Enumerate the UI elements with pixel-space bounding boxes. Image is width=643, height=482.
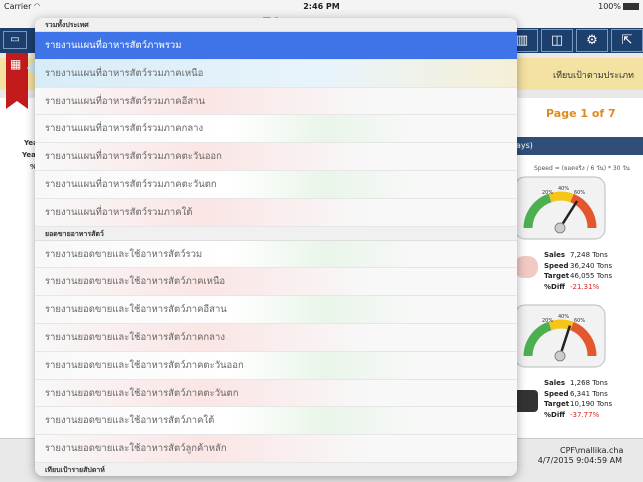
status-bar: Carrier ◠ 2:46 PM 100%: [0, 0, 643, 14]
stat-value: 1,268 Tons: [570, 379, 608, 387]
stat-label: %Diff: [544, 410, 565, 419]
stat-value: 46,055 Tons: [570, 272, 613, 280]
gauge-1-stats: Sales 7,248 Tons Speed 36,240 Tons Target 4…: [544, 250, 612, 292]
chat-icon[interactable]: ▭: [3, 31, 27, 49]
menu-item-map-south[interactable]: รายงานแผนที่อาหารสัตว์รวมภาคใต้: [35, 198, 517, 227]
menu-item-sales-total[interactable]: รายงานยอดขายและใช้อาหารสัตว์รวม: [35, 240, 517, 269]
menu-item-sales-central[interactable]: รายงานยอดขายและใช้อาหารสัตว์ภาคกลาง: [35, 323, 517, 352]
footer-user: CPF\mallika.cha: [560, 446, 624, 455]
menu-item-sales-northeast[interactable]: รายงานยอดขายและใช้อาหารสัตว์ภาคอีสาน: [35, 296, 517, 324]
section-header-nationwide: รวมทั้งประเทศ: [35, 18, 517, 32]
menu-item-sales-west[interactable]: รายงานยอดขายและใช้อาหารสัตว์ภาคตะวันตก: [35, 379, 517, 408]
menu-item-sales-north[interactable]: รายงานยอดขายและใช้อาหารสัตว์ภาคเหนือ: [35, 268, 517, 297]
battery-icon: [623, 3, 639, 10]
cow-icon: [514, 390, 538, 412]
gauge-1-tick-20: 20%: [542, 190, 553, 196]
menu-item-sales-key-customers[interactable]: รายงานยอดขายและใช้อาหารสัตว์ลูกค้าหลัก: [35, 435, 517, 463]
speed-formula: Speed = (ยอดจริง / 6 วัน) * 30 วัน: [534, 165, 630, 172]
stat-value: -21.31%: [570, 282, 600, 291]
stat-label: Target: [544, 400, 570, 408]
page-indicator: Page 1 of 7: [546, 107, 616, 120]
stat-value: 7,248 Tons: [570, 251, 608, 259]
stat-label: Target: [544, 272, 570, 280]
footer-date: 4/7/2015 9:04:59 AM: [537, 456, 622, 465]
stat-value: 36,240 Tons: [570, 261, 613, 270]
menu-item-map-east[interactable]: รายงานแผนที่อาหารสัตว์รวมภาคตะวันออก: [35, 143, 517, 171]
section-header-feed-sales: ยอดขายอาหารสัตว์: [35, 226, 517, 241]
section-header-weekly-target: เทียบเป้ารายสัปดาห์: [35, 462, 517, 476]
pig-icon: [514, 256, 538, 278]
days-header: ays): [508, 137, 643, 155]
menu-item-map-north[interactable]: รายงานแผนที่อาหารสัตว์รวมภาคเหนือ: [35, 59, 517, 88]
stat-value: 6,341 Tons: [570, 389, 608, 398]
battery-indicator: 100%: [598, 2, 639, 11]
gauge-2-tick-60: 60%: [574, 318, 585, 324]
bookmark-ribbon[interactable]: ▦: [6, 53, 28, 109]
stat-label: Sales: [544, 379, 566, 387]
menu-item-map-central[interactable]: รายงานแผนที่อาหารสัตว์รวมภาคกลาง: [35, 115, 517, 144]
gauge-2-stats: Sales 1,268 Tons Speed 6,341 Tons Target 10…: [544, 378, 612, 420]
stat-label: Sales: [544, 251, 566, 259]
clock: 2:46 PM: [303, 2, 340, 11]
gauge-1-tick-40: 40%: [558, 186, 569, 192]
stat-value: -37.77%: [570, 410, 600, 419]
menu-item-sales-south[interactable]: รายงานยอดขายและใช้อาหารสัตว์ภาคใต้: [35, 407, 517, 436]
stat-label: Speed: [544, 389, 569, 398]
exit-icon[interactable]: ⇱: [611, 29, 643, 52]
menu-item-map-northeast[interactable]: รายงานแผนที่อาหารสัตว์รวมภาคอีสาน: [35, 87, 517, 116]
stat-label: %Diff: [544, 282, 565, 291]
menu-item-map-west[interactable]: รายงานแผนที่อาหารสัตว์รวมภาคตะวันตก: [35, 170, 517, 199]
gears-icon[interactable]: ⚙: [576, 29, 608, 52]
stat-label: Speed: [544, 261, 569, 270]
gauge-2-tick-20: 20%: [542, 318, 553, 324]
target-banner-text: เทียบเป้าตามประเภท: [553, 71, 634, 81]
battery-percent: 100%: [598, 2, 621, 11]
menu-item-map-overview[interactable]: รายงานแผนที่อาหารสัตว์ภาพรวม: [35, 32, 517, 60]
year-label-2: Yea: [22, 151, 36, 159]
speed-gauge-2: 20% 40% 60%: [514, 304, 606, 368]
open-book-icon[interactable]: ◫: [541, 29, 573, 52]
stat-value: 10,190 Tons: [570, 400, 613, 408]
speed-gauge-1: 20% 40% 60%: [514, 176, 606, 240]
gauge-1-tick-60: 60%: [574, 190, 585, 196]
report-menu-popover: รวมทั้งประเทศ รายงานแผนที่อาหารสัตว์ภาพร…: [35, 18, 517, 476]
gauge-2-tick-40: 40%: [558, 314, 569, 320]
menu-item-sales-east[interactable]: รายงานยอดขายและใช้อาหารสัตว์ภาคตะวันออก: [35, 351, 517, 380]
grid-icon: ▦: [10, 57, 22, 71]
